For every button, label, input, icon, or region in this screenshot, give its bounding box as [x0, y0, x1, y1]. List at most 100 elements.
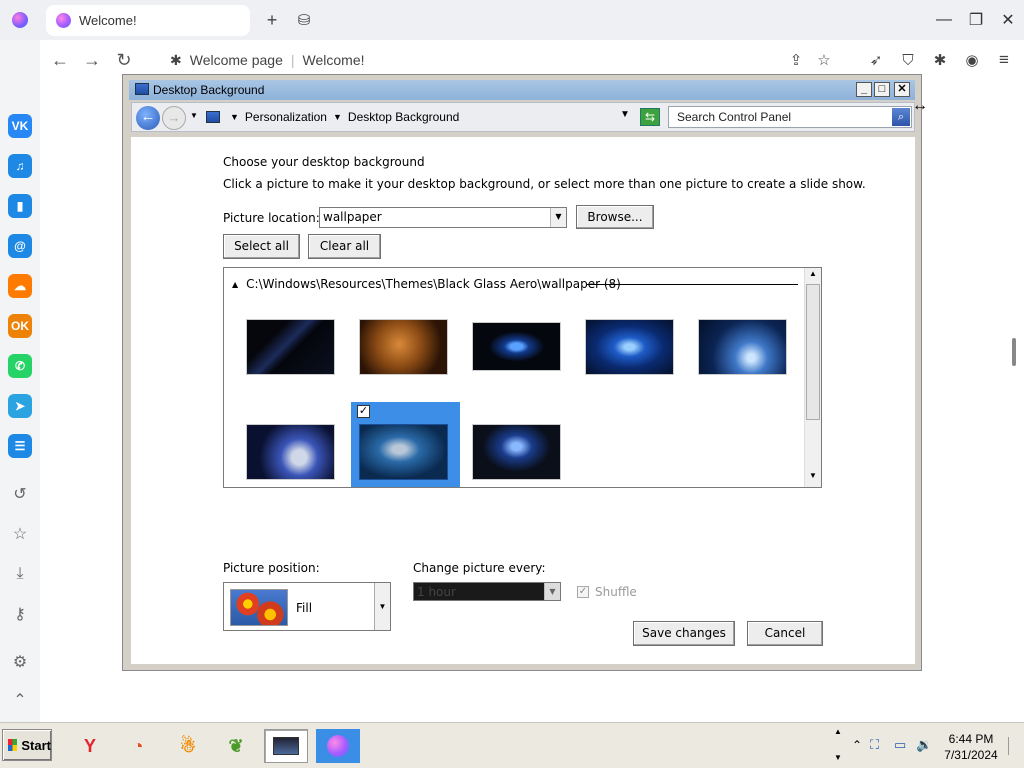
display-icon[interactable]: ▭ — [894, 737, 906, 753]
tray-scroll-down-icon[interactable]: ▼ — [834, 753, 842, 762]
scroll-down-icon[interactable]: ▼ — [807, 471, 819, 485]
yandex-browser-icon[interactable]: Y — [68, 729, 112, 763]
browse-button[interactable]: Browse... — [576, 205, 654, 229]
wallpaper-thumbnail-6[interactable] — [246, 424, 335, 480]
tab-welcome[interactable]: Welcome! — [46, 5, 250, 36]
picture-location-label: Picture location: — [223, 211, 320, 225]
breadcrumb-desktop-background[interactable]: Desktop Background — [348, 110, 459, 124]
scrollbar-thumb[interactable] — [806, 284, 820, 420]
close-window-button[interactable]: ✕ — [996, 8, 1020, 32]
gallery-scrollbar[interactable]: ▲ ▼ — [804, 268, 821, 487]
bookmark-star-icon[interactable]: ☆ — [812, 48, 836, 72]
sidebar-app-music[interactable]: ♫ — [8, 154, 32, 178]
key-icon[interactable]: ⚷ — [8, 602, 32, 626]
chromium-icon[interactable]: ◔ — [116, 729, 160, 763]
search-icon[interactable]: ⌕ — [892, 108, 910, 126]
rocket-icon[interactable]: ➶ — [864, 48, 888, 72]
share-icon[interactable]: ⇪ — [784, 48, 808, 72]
dialog-back-button[interactable]: ← — [136, 106, 160, 130]
new-tab-button[interactable]: + — [260, 8, 284, 32]
browser-logo-icon[interactable] — [12, 12, 28, 28]
shield-icon[interactable]: ⛉ — [896, 48, 920, 72]
dialog-forward-button[interactable]: → — [162, 106, 186, 130]
shuffle-checkbox[interactable]: ✓ — [577, 586, 589, 598]
breadcrumb-arrow-icon[interactable]: ▼ — [333, 112, 342, 122]
address-bar[interactable]: ✱ Welcome page | Welcome! — [170, 50, 365, 70]
collapse-chevron-icon[interactable]: ⌃ — [8, 688, 32, 712]
dialog-maximize-button[interactable]: □ — [874, 82, 890, 97]
dialog-close-button[interactable]: ✕ — [894, 82, 910, 97]
wallpaper-thumbnail-8[interactable] — [472, 424, 561, 480]
incognito-icon[interactable]: ⛁ — [292, 8, 316, 32]
change-picture-interval-select[interactable]: 1 hour ▼ — [413, 582, 561, 601]
sidebar-app-vk[interactable]: VK — [8, 114, 32, 138]
clear-all-button[interactable]: Clear all — [308, 234, 381, 259]
shuffle-option[interactable]: ✓ Shuffle — [577, 585, 637, 599]
history-dropdown-icon[interactable]: ▼ — [190, 111, 198, 120]
dialog-minimize-button[interactable]: _ — [856, 82, 872, 97]
back-arrow-icon[interactable]: ← — [48, 48, 72, 72]
wallpaper-thumbnail-2[interactable] — [359, 319, 448, 375]
start-button[interactable]: Start — [2, 729, 52, 761]
thumbnail-checkbox[interactable]: ✓ — [357, 405, 370, 418]
sidebar-app-ok[interactable]: OK — [8, 314, 32, 338]
show-desktop-button[interactable] — [1008, 737, 1016, 755]
wallpaper-thumbnail-5[interactable] — [698, 319, 787, 375]
sidebar-app-list[interactable]: ☰ — [8, 434, 32, 458]
chevron-down-icon[interactable]: ▼ — [544, 583, 560, 600]
wallpaper-thumbnail-1[interactable] — [246, 319, 335, 375]
green-app-icon[interactable]: ❦ — [214, 729, 258, 763]
system-clock[interactable]: 6:44 PM 7/31/2024 — [940, 731, 1002, 763]
wallpaper-thumbnail-4[interactable] — [585, 319, 674, 375]
sidebar-app-stats[interactable]: ▮ — [8, 194, 32, 218]
save-changes-button[interactable]: Save changes — [633, 621, 735, 646]
breadcrumb-root-icon[interactable] — [206, 111, 220, 123]
picture-position-select[interactable]: Fill ▼ — [223, 582, 391, 631]
address-divider: | — [290, 52, 295, 68]
collapse-group-icon[interactable]: ▲ — [232, 280, 238, 289]
restore-window-button[interactable]: ❐ — [964, 8, 988, 32]
volume-icon[interactable]: 🔉 — [916, 737, 932, 753]
picture-position-label: Picture position: — [223, 561, 320, 575]
favorites-star-icon[interactable]: ☆ — [8, 522, 32, 546]
tray-scroll-up-icon[interactable]: ▲ — [834, 727, 842, 736]
address-dropdown-icon[interactable]: ▼ — [620, 109, 630, 120]
picture-location-select[interactable]: wallpaper ▼ — [319, 207, 567, 228]
clock-date: 7/31/2024 — [944, 748, 998, 762]
scroll-up-icon[interactable]: ▲ — [807, 269, 819, 283]
search-control-panel-input[interactable]: Search Control Panel ⌕ — [668, 106, 912, 128]
sidebar-app-whatsapp[interactable]: ✆ — [8, 354, 32, 378]
uc-browser-icon[interactable]: ☃ — [166, 729, 210, 763]
minimize-window-button[interactable]: — — [932, 8, 956, 32]
browser-task[interactable] — [316, 729, 360, 763]
forward-arrow-icon[interactable]: → — [80, 48, 104, 72]
sidebar-app-mail[interactable]: @ — [8, 234, 32, 258]
wallpaper-thumbnail-7[interactable] — [359, 424, 448, 480]
account-icon[interactable]: ◉ — [960, 48, 984, 72]
instruction-text: Click a picture to make it your desktop … — [223, 177, 866, 191]
select-all-button[interactable]: Select all — [223, 234, 300, 259]
reload-icon[interactable]: ↻ — [112, 48, 136, 72]
interval-value: 1 hour — [417, 585, 456, 599]
cancel-button[interactable]: Cancel — [747, 621, 823, 646]
sidebar-app-telegram[interactable]: ➤ — [8, 394, 32, 418]
refresh-icon[interactable]: ⇆ — [640, 108, 660, 126]
sidebar-app-cloud[interactable]: ☁ — [8, 274, 32, 298]
wallpaper-thumbnail-3[interactable] — [472, 322, 561, 371]
breadcrumb-personalization[interactable]: Personalization — [245, 110, 327, 124]
show-hidden-icons-icon[interactable]: ⌃ — [852, 738, 862, 752]
history-icon[interactable]: ↺ — [8, 482, 32, 506]
chevron-down-icon[interactable]: ▼ — [374, 583, 390, 630]
dialog-titlebar[interactable]: Desktop Background _ □ ✕ — [129, 80, 915, 100]
page-scrollbar[interactable] — [1012, 338, 1016, 366]
settings-gear-icon[interactable]: ⚙ — [8, 650, 32, 674]
group-header[interactable]: ▲ C:\Windows\Resources\Themes\Black Glas… — [232, 276, 621, 292]
menu-icon[interactable]: ≡ — [992, 48, 1016, 72]
control-panel-task[interactable] — [264, 729, 308, 763]
extensions-icon[interactable]: ✱ — [928, 48, 952, 72]
wallpaper-gallery: ▲ C:\Windows\Resources\Themes\Black Glas… — [223, 267, 822, 488]
breadcrumb-arrow-icon[interactable]: ▼ — [230, 112, 239, 122]
chevron-down-icon[interactable]: ▼ — [550, 208, 566, 227]
downloads-icon[interactable]: ⤓ — [8, 562, 32, 586]
network-icon[interactable]: ⛶ — [870, 737, 879, 753]
